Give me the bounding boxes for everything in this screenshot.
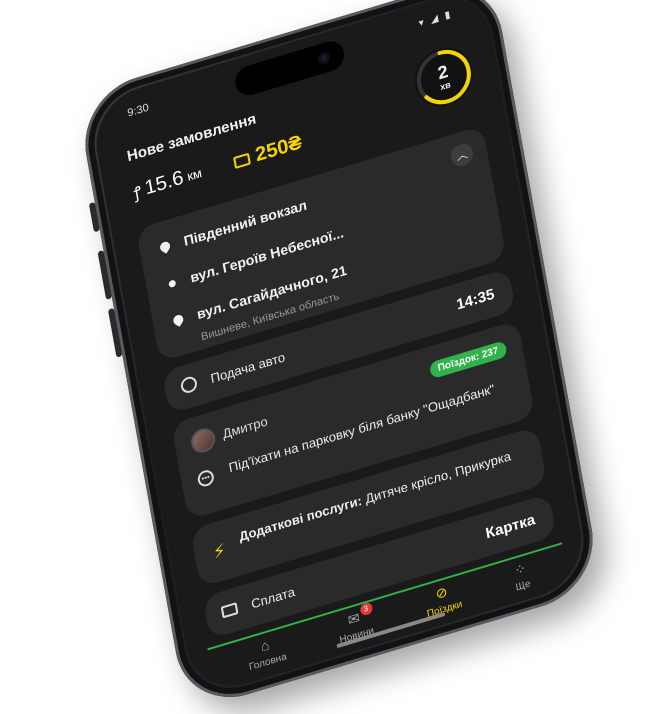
driver-name: Дмитро xyxy=(221,413,269,442)
pickup-label: Подача авто xyxy=(209,349,287,387)
camera-icon xyxy=(317,50,332,66)
screen: 9:30 ▾ ◢ ▮ Нове замовлення ꝭ 15.6 км 250… xyxy=(88,0,590,699)
tab-home[interactable]: ⌂ Головна xyxy=(245,632,289,682)
more-icon: ⁘ xyxy=(512,559,528,579)
tab-news[interactable]: ✉ 3 Новини xyxy=(335,601,376,655)
credit-card-icon xyxy=(220,602,239,619)
phone-frame: 9:30 ▾ ◢ ▮ Нове замовлення ꝭ 15.6 км 250… xyxy=(75,0,603,713)
timer-ring xyxy=(416,49,471,105)
message-icon: ••• xyxy=(196,468,216,489)
trips-badge: Поїздок: 237 xyxy=(428,340,508,380)
cash-icon xyxy=(232,152,251,169)
volume-down-button xyxy=(107,307,123,358)
pickup-time: 14:35 xyxy=(455,285,496,314)
trips-icon: ⊘ xyxy=(434,582,449,602)
home-icon: ⌂ xyxy=(259,636,271,655)
lightning-icon: ⚡ xyxy=(211,539,228,563)
avatar xyxy=(189,425,218,456)
distance: ꝭ 15.6 км xyxy=(132,161,204,204)
price: 250₴ xyxy=(232,131,304,173)
pickup-pin-icon xyxy=(158,239,173,254)
services-label: Додаткові послуги: xyxy=(237,492,364,545)
payment-label: Сплата xyxy=(250,584,296,612)
distance-unit: км xyxy=(185,165,203,184)
route-distance-icon: ꝭ xyxy=(132,183,143,203)
status-icons: ▾ ◢ ▮ xyxy=(417,8,454,30)
volume-up-button xyxy=(97,249,113,300)
price-value: 250₴ xyxy=(253,131,304,167)
tab-home-label: Головна xyxy=(248,651,288,674)
tab-more-label: Ще xyxy=(514,578,532,594)
status-time: 9:30 xyxy=(126,101,150,120)
distance-value: 15.6 xyxy=(143,166,186,200)
accept-timer: 2 хв xyxy=(410,40,478,114)
chevron-up-icon: ︿ xyxy=(455,148,469,164)
collapse-button[interactable]: ︿ xyxy=(449,141,475,169)
tab-more[interactable]: ⁘ Ще xyxy=(511,559,534,602)
destination-pin-icon xyxy=(171,313,186,327)
tab-trips[interactable]: ⊘ Поїздки xyxy=(423,580,465,629)
clock-icon xyxy=(179,374,199,395)
waypoint-dot-icon xyxy=(168,278,177,288)
action-button xyxy=(88,201,100,233)
payment-method: Картка xyxy=(484,511,537,543)
